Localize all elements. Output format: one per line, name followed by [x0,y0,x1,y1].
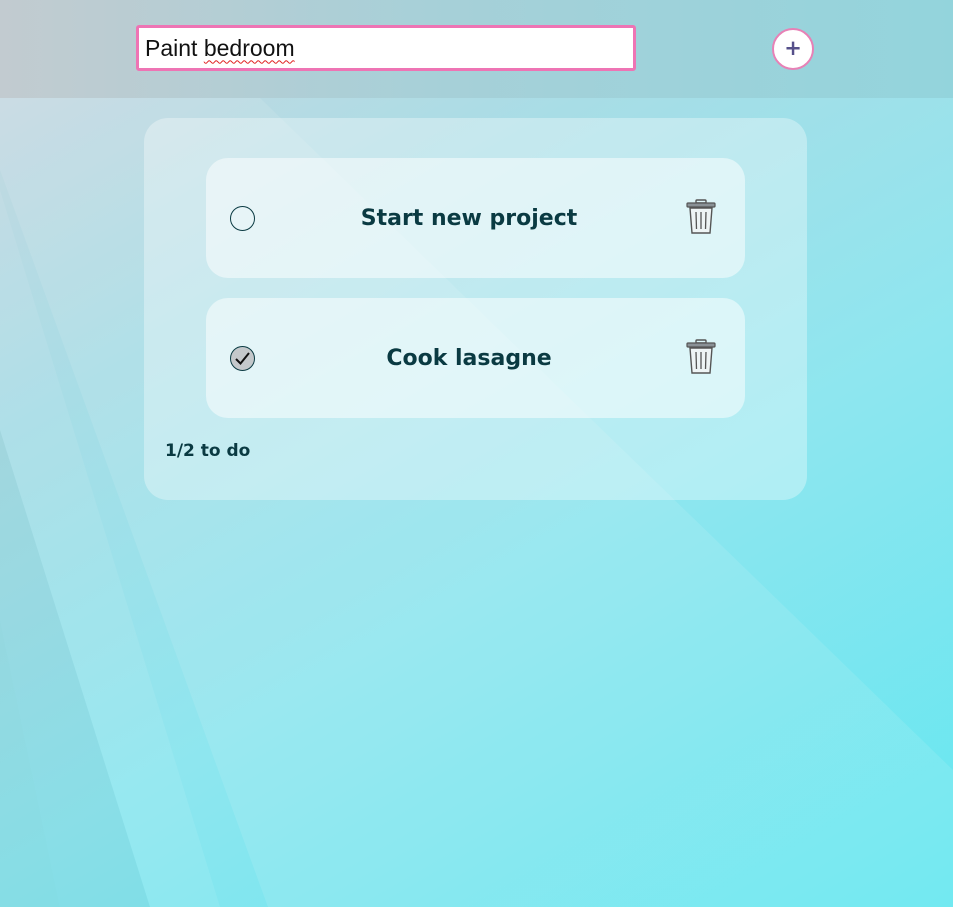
tasks-remaining-counter: 1/2 to do [165,441,251,461]
task-item: Start new project [206,158,745,278]
trash-icon[interactable] [684,339,718,375]
new-task-input-misspelled-word: bedroom [203,34,295,61]
trash-icon[interactable] [684,199,718,235]
task-item: Cook lasagne [206,298,745,418]
add-task-button[interactable]: + [772,28,814,70]
new-task-input-word: Paint [145,34,198,61]
task-title: Cook lasagne [386,346,552,371]
top-bar: Paint bedroom + [0,0,953,98]
new-task-input[interactable]: Paint bedroom [136,25,636,71]
checkmark-icon [235,352,250,365]
task-checkbox-checked[interactable] [230,346,255,371]
task-checkbox[interactable] [230,206,255,231]
task-title: Start new project [360,206,578,231]
task-list-panel: Start new project Cook lasagne 1/2 to do [144,118,807,500]
